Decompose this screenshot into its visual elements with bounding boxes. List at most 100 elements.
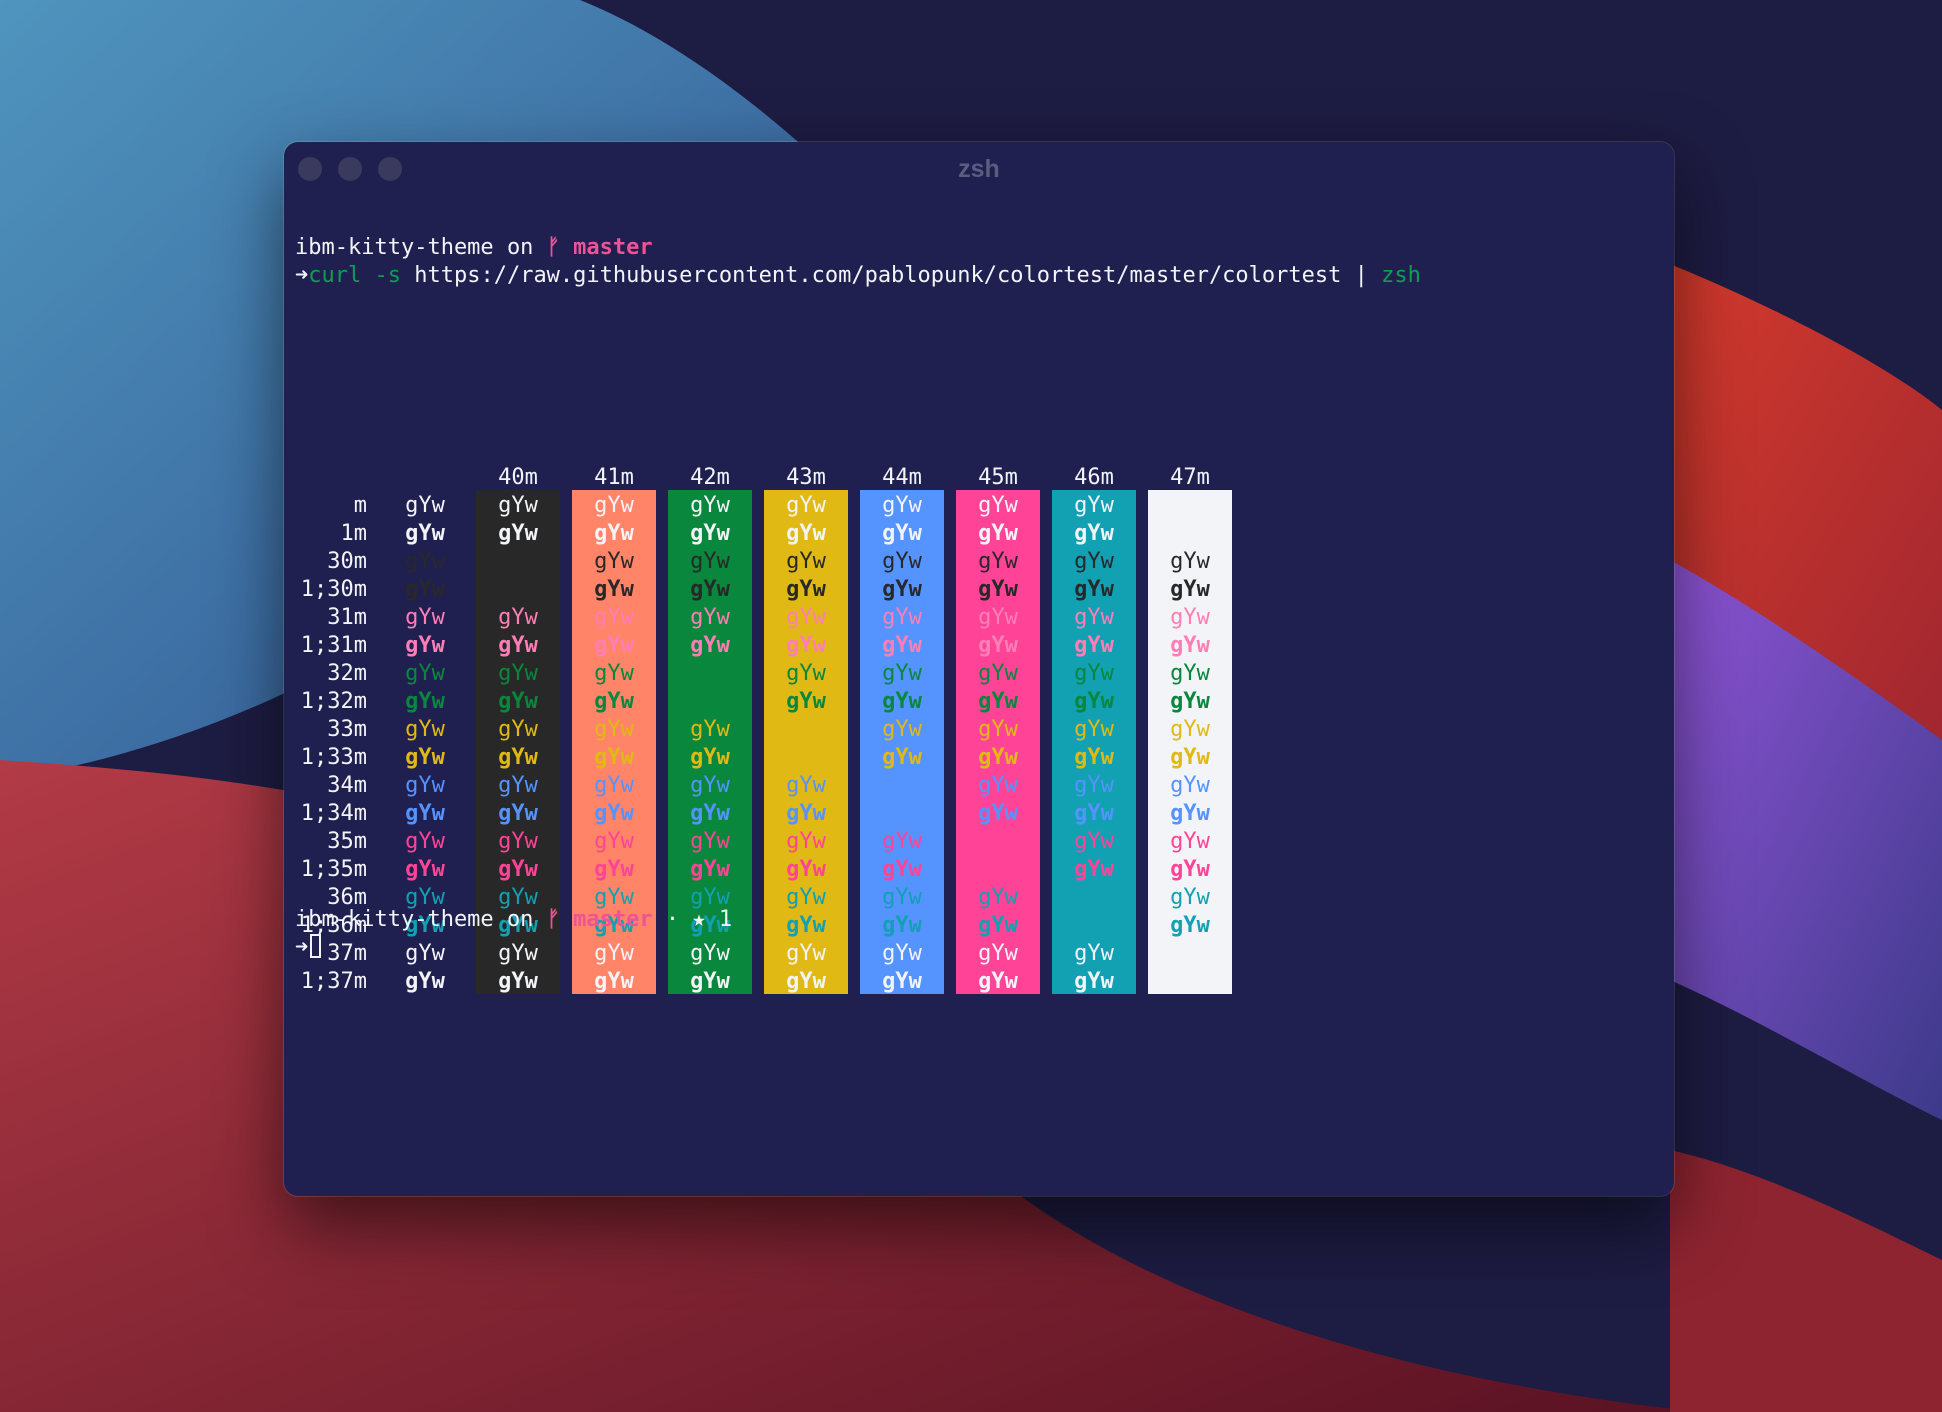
- prompt-directory: ibm-kitty-theme: [295, 235, 494, 260]
- color-sample-cell: gYw: [1074, 633, 1114, 658]
- color-sample-cell: gYw: [498, 801, 538, 826]
- git-branch-icon: ᚠ: [546, 235, 560, 260]
- color-sample-cell: gYw: [405, 549, 445, 574]
- row-label: 34m: [327, 773, 367, 798]
- color-sample-cell: gYw: [405, 661, 445, 686]
- bg-column-header: 47m: [1170, 465, 1210, 490]
- color-sample-cell: gYw: [978, 801, 1018, 826]
- git-status: · ★ 1: [665, 907, 733, 932]
- row-label: 33m: [327, 717, 367, 742]
- git-branch-icon: ᚠ: [546, 907, 560, 932]
- color-sample-cell: gYw: [690, 857, 730, 882]
- color-sample-cell: gYw: [498, 969, 538, 994]
- color-sample-cell: gYw: [882, 605, 922, 630]
- color-sample-cell: gYw: [786, 829, 826, 854]
- color-sample-cell: gYw: [690, 717, 730, 742]
- color-sample-cell: gYw: [1170, 661, 1210, 686]
- row-label: m: [353, 493, 367, 518]
- color-sample-cell: gYw: [594, 969, 634, 994]
- row-label: 1;31m: [300, 633, 367, 658]
- row-label: 1;34m: [300, 801, 367, 826]
- color-sample-cell: gYw: [594, 857, 634, 882]
- color-sample-cell: gYw: [786, 493, 826, 518]
- color-sample-cell: gYw: [498, 549, 538, 574]
- color-sample-cell: gYw: [498, 521, 538, 546]
- color-sample-cell: gYw: [498, 633, 538, 658]
- color-sample-cell: gYw: [498, 829, 538, 854]
- color-sample-cell: gYw: [978, 633, 1018, 658]
- color-sample-cell: gYw: [1074, 549, 1114, 574]
- prompt-branch: master: [573, 907, 653, 932]
- prompt-branch: master: [573, 235, 653, 260]
- color-sample-cell: gYw: [498, 605, 538, 630]
- color-sample-cell: gYw: [1170, 717, 1210, 742]
- color-sample-cell: gYw: [498, 577, 538, 602]
- bg-column-header: 41m: [594, 465, 634, 490]
- color-sample-cell: gYw: [882, 745, 922, 770]
- color-sample-cell: gYw: [978, 857, 1018, 882]
- color-sample-cell: gYw: [882, 801, 922, 826]
- color-sample-cell: gYw: [1170, 745, 1210, 770]
- color-sample-cell: gYw: [594, 717, 634, 742]
- color-sample-cell: gYw: [1074, 717, 1114, 742]
- color-sample-cell: gYw: [1074, 493, 1114, 518]
- color-sample-cell: gYw: [594, 521, 634, 546]
- color-sample-cell: gYw: [978, 521, 1018, 546]
- row-label: 1;30m: [300, 577, 367, 602]
- command-url: https://raw.githubusercontent.com/pablop…: [414, 263, 1342, 288]
- prompt-arrow-icon: ➜: [295, 263, 309, 288]
- color-sample-cell: gYw: [690, 521, 730, 546]
- title-bar[interactable]: zsh: [284, 142, 1674, 198]
- color-sample-cell: gYw: [498, 493, 538, 518]
- color-sample-cell: gYw: [786, 521, 826, 546]
- color-sample-cell: gYw: [405, 689, 445, 714]
- color-sample-cell: gYw: [786, 969, 826, 994]
- color-sample-cell: gYw: [498, 773, 538, 798]
- color-sample-cell: gYw: [690, 801, 730, 826]
- color-sample-cell: gYw: [594, 801, 634, 826]
- color-sample-cell: gYw: [1074, 577, 1114, 602]
- color-sample-cell: gYw: [690, 633, 730, 658]
- color-sample-cell: gYw: [405, 717, 445, 742]
- terminal-output-second-prompt[interactable]: ibm-kitty-theme on ᚠ master · ★ 1 ➜: [295, 906, 1665, 962]
- color-sample-cell: gYw: [786, 549, 826, 574]
- color-sample-cell: gYw: [405, 577, 445, 602]
- command-line: ➜curl -s https://raw.githubusercontent.c…: [295, 262, 1665, 290]
- bg-column-header: 40m: [498, 465, 538, 490]
- color-sample-cell: gYw: [690, 661, 730, 686]
- terminal-output[interactable]: ibm-kitty-theme on ᚠ master ➜curl -s htt…: [295, 234, 1665, 290]
- color-sample-cell: gYw: [1074, 661, 1114, 686]
- prompt-on-word: on: [506, 235, 534, 260]
- color-sample-cell: gYw: [405, 969, 445, 994]
- color-sample-cell: gYw: [978, 577, 1018, 602]
- color-sample-cell: gYw: [786, 745, 826, 770]
- row-label: 1;35m: [300, 857, 367, 882]
- prompt-line: ibm-kitty-theme on ᚠ master · ★ 1: [295, 906, 1665, 934]
- color-sample-cell: gYw: [978, 605, 1018, 630]
- color-sample-cell: gYw: [594, 745, 634, 770]
- text-cursor: [310, 934, 322, 958]
- color-sample-cell: gYw: [882, 661, 922, 686]
- color-sample-cell: gYw: [405, 633, 445, 658]
- color-sample-cell: gYw: [405, 493, 445, 518]
- color-sample-cell: gYw: [1074, 689, 1114, 714]
- terminal-window[interactable]: zsh ibm-kitty-theme on ᚠ master ➜curl -s…: [284, 142, 1674, 1196]
- color-sample-cell: gYw: [882, 577, 922, 602]
- color-sample-cell: gYw: [1170, 493, 1210, 518]
- color-sample-cell: gYw: [1074, 801, 1114, 826]
- row-label: 1;32m: [300, 689, 367, 714]
- color-sample-cell: gYw: [1170, 857, 1210, 882]
- prompt-line: ibm-kitty-theme on ᚠ master: [295, 234, 1665, 262]
- color-sample-cell: gYw: [690, 493, 730, 518]
- color-sample-cell: gYw: [594, 633, 634, 658]
- color-sample-cell: gYw: [1170, 969, 1210, 994]
- color-sample-cell: gYw: [690, 773, 730, 798]
- color-sample-cell: gYw: [1170, 577, 1210, 602]
- input-line[interactable]: ➜: [295, 934, 1665, 962]
- color-sample-cell: gYw: [594, 577, 634, 602]
- color-sample-cell: gYw: [1074, 857, 1114, 882]
- color-sample-cell: gYw: [1074, 521, 1114, 546]
- color-sample-cell: gYw: [498, 661, 538, 686]
- row-label: 35m: [327, 829, 367, 854]
- color-sample-cell: gYw: [1074, 745, 1114, 770]
